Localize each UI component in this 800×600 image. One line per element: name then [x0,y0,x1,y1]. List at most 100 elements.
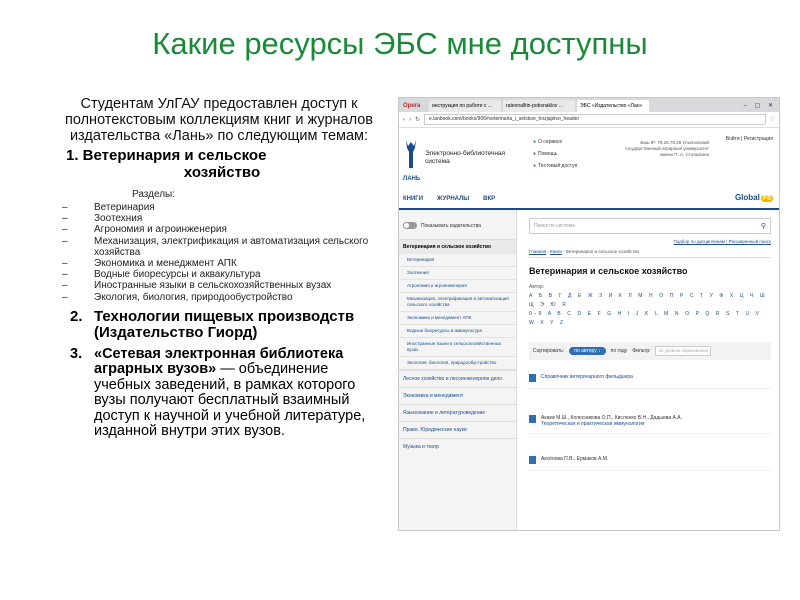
forward-icon[interactable]: › [409,117,411,123]
sections-label: Разделы: [132,189,176,200]
sidebar-subcategory[interactable]: Механизация, электрификация и автоматиза… [399,293,516,312]
filter-select[interactable]: по уровню образования [655,346,712,356]
search-sublinks[interactable]: Подбор по дисциплинам | Расширенный поис… [529,239,771,244]
alphabet-filter-lat[interactable]: 0-9 A B C D E F G H I J K L M N O P Q R … [529,310,771,328]
sidebar-category[interactable]: Музыка и театр [399,438,516,455]
sidebar-subcategory[interactable]: Иностранные языки в сельскохозяйственных… [399,338,516,357]
sort-bar: Сортировать: по автору ↓ по году Фильтр:… [529,342,771,360]
catalog-sidebar: Показывать издательства Ветеринария и се… [399,210,517,530]
sidebar-category[interactable]: Право. Юридические науки [399,421,516,438]
intro-text: Студентам УлГАУ предоставлен доступ к по… [65,96,373,144]
item-1-line1: 1. Ветеринария и сельское [66,147,267,164]
sidebar-subcategories: Ветеринария Зоотехния Агрономия и агроин… [399,254,516,370]
help-icon: ● [533,151,537,157]
section-item: Иностранные языки в сельскохозяйственных… [60,280,378,291]
toggle-switch[interactable] [403,222,417,229]
page-heading: Ветеринария и сельское хозяйство [529,266,688,276]
site-content: Показывать издательства Ветеринария и се… [399,210,779,530]
item-2-lead: 2. [70,307,83,325]
sort-by-author-button[interactable]: по автору ↓ [569,347,606,355]
crumb-current: Ветеринария и сельское хозяйство [565,249,640,254]
nav-vkr[interactable]: ВКР [483,196,495,202]
breadcrumb: Главная › Книги › Ветеринария и сельское… [529,249,771,258]
info-icon: ● [533,139,537,145]
address-bar: ‹ › ↻ e.lanbook.com/books/906#veterinari… [399,112,779,128]
sections-list: Ветеринария Зоотехния Агрономия и агроин… [60,202,378,303]
browser-tab[interactable]: инструкция по работе с ... [429,100,501,112]
main-nav: КНИГИ ЖУРНАЛЫ ВКР Global F5 [399,190,779,210]
user-menu[interactable]: Войти | Регистрация [726,136,773,142]
key-icon: ● [533,163,537,169]
book-list-item[interactable]: Справочник ветеринарного фельдшера [529,360,771,389]
alphabet-filter-ru[interactable]: А Б В Г Д Е Ж З И К Л М Н О П Р С Т У Ф … [529,292,771,310]
book-list-item[interactable]: Акаев М.Ш., Колесникова О.П., Кисленко В… [529,389,771,434]
topnav-trial[interactable]: ● Тестовый доступ [533,160,577,172]
browser-tabbar: Opera инструкция по работе с ... rateona… [399,98,779,112]
browser-tab-active[interactable]: ЭБС «Издательство «Лан» [577,100,649,112]
item-3-lead: 3. [70,345,83,362]
site-topnav: ● О сервисе ● Помощь ● Тестовый доступ [533,136,577,172]
lanbook-screenshot: Opera инструкция по работе с ... rateona… [398,97,780,531]
logo-word: ЛАНЬ [403,176,421,182]
sort-label: Сортировать: [533,348,565,354]
author-label: Автор: [529,284,545,290]
sidebar-category[interactable]: Экономика и менеджмент [399,387,516,404]
item-1-heading: 1. Ветеринария и сельское хозяйство [60,147,378,181]
nav-books[interactable]: КНИГИ [403,196,423,202]
sidebar-subcategory[interactable]: Зоотехния [399,267,516,280]
site-name: Электронно-библиотечная система [425,150,506,165]
slide-title: Какие ресурсы ЭБС мне доступны [152,26,648,61]
sidebar-subcategory[interactable]: Ветеринария [399,254,516,267]
section-item: Зоотехния [60,213,378,224]
left-text-column: Студентам УлГАУ предоставлен доступ к по… [60,96,378,440]
section-item: Водные биоресурсы и аквакультура [60,269,378,280]
sidebar-category-active[interactable]: Ветеринария и сельское хозяйство [399,239,516,254]
crumb-books[interactable]: Книги [550,249,562,254]
section-item: Ветеринария [60,202,378,213]
section-item: Агрономия и агроинженерия [60,224,378,235]
section-item: Механизация, электрификация и автоматиза… [60,236,378,258]
item-1-line2: хозяйство [183,164,261,181]
item-2-body: Технологии пищевых производств (Издатель… [94,307,355,341]
global-f5-logo[interactable]: Global F5 [735,193,773,202]
ip-info: Ваш IP: 79.25.78.28 Ульяновский государс… [624,140,709,157]
global-badge: F5 [760,195,773,202]
site-header: ЛАНЬ Электронно-библиотечная система ● О … [399,128,779,190]
search-icon[interactable]: ⚲ [761,222,766,230]
lan-deer-logo-icon[interactable] [403,138,419,174]
topnav-help[interactable]: ● Помощь [533,148,577,160]
sidebar-subcategory[interactable]: Агрономия и агроинженерия [399,280,516,293]
heart-icon[interactable]: ♡ [770,116,775,123]
book-title[interactable]: Теоретическая и практическая иммунология [541,421,644,427]
book-authors: Аксёнова П.В., Ермаков А.М. [541,456,609,462]
catalog-main: Поиск по системе ⚲ Подбор по дисциплинам… [517,210,779,530]
nav-journals[interactable]: ЖУРНАЛЫ [437,196,469,202]
section-item: Экономика и менеджмент АПК [60,258,378,269]
item-3-body: «Сетевая электронная библиотека аграрных… [70,346,378,440]
item-3: 3. «Сетевая электронная библиотека аграр… [60,345,378,440]
filter-label: Фильтр: [632,348,651,354]
reload-icon[interactable]: ↻ [415,116,420,123]
sort-by-year-button[interactable]: по году [611,348,628,354]
sidebar-subcategory[interactable]: Экономика и менеджмент АПК [399,312,516,325]
opera-menu-button[interactable]: Opera [401,100,429,112]
back-icon[interactable]: ‹ [403,117,405,123]
topnav-about[interactable]: ● О сервисе [533,136,577,148]
book-list-item[interactable]: Аксёнова П.В., Ермаков А.М. [529,434,771,471]
crumb-home[interactable]: Главная [529,249,546,254]
window-controls[interactable]: – ▢ ✕ [744,100,779,112]
sidebar-category[interactable]: Лесное хозяйство и лесоинженерное дело [399,370,516,387]
sidebar-subcategory[interactable]: Водные биоресурсы и аквакультура [399,325,516,338]
book-title[interactable]: Справочник ветеринарного фельдшера [541,374,633,380]
sidebar-subcategory[interactable]: Экология, биология, природообустройство [399,357,516,370]
item-2: 2. Технологии пищевых производств (Издат… [60,307,378,341]
section-item: Экология, биология, природообустройство [60,292,378,303]
book-icon [529,456,536,464]
sidebar-category[interactable]: Языкознание и литературоведение [399,404,516,421]
book-icon [529,415,536,423]
url-field[interactable]: e.lanbook.com/books/906#veterinaria_i_se… [424,114,766,125]
book-icon [529,374,536,382]
site-search-input[interactable]: Поиск по системе ⚲ [529,218,771,234]
browser-tab[interactable]: rateonalltin-pobsnaklov ... [503,100,575,112]
publishers-toggle[interactable]: Показывать издательства [399,218,516,239]
